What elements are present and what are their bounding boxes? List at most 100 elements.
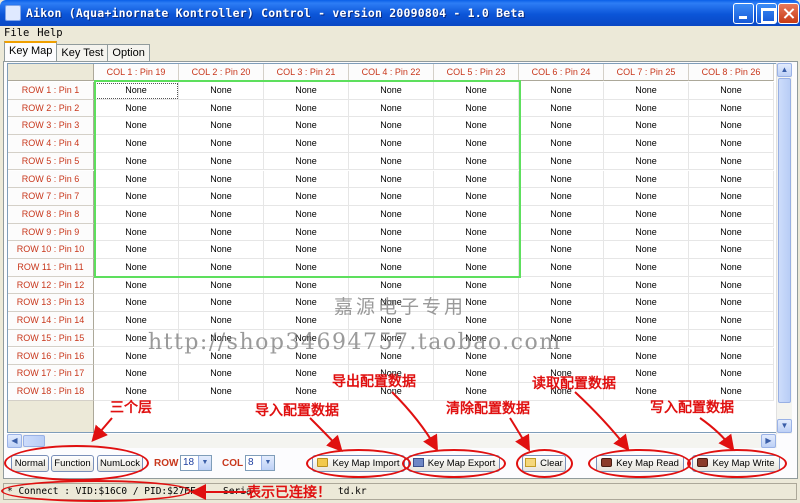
key-map-cell[interactable]: None xyxy=(264,205,349,224)
key-map-cell[interactable]: None xyxy=(349,99,434,118)
key-map-cell[interactable]: None xyxy=(179,223,264,242)
key-map-cell[interactable]: None xyxy=(349,82,434,100)
key-map-cell[interactable]: None xyxy=(179,117,264,136)
key-map-cell[interactable]: None xyxy=(264,170,349,189)
row-header[interactable]: ROW 12 : Pin 12 xyxy=(8,276,94,295)
key-map-import-button[interactable]: Key Map Import xyxy=(312,455,405,472)
key-map-cell[interactable]: None xyxy=(349,259,434,277)
key-map-cell[interactable]: None xyxy=(519,276,604,295)
key-map-cell[interactable]: None xyxy=(519,223,604,242)
key-map-cell[interactable]: None xyxy=(604,347,689,366)
key-map-cell[interactable]: None xyxy=(434,241,519,259)
key-map-cell[interactable]: None xyxy=(519,152,604,171)
clear-button[interactable]: Clear xyxy=(522,455,566,472)
column-header[interactable]: COL 6 : Pin 24 xyxy=(519,64,604,81)
key-map-cell[interactable]: None xyxy=(264,135,349,153)
row-header[interactable]: ROW 8 : Pin 8 xyxy=(8,205,94,224)
key-map-cell[interactable]: None xyxy=(349,135,434,153)
key-map-cell[interactable]: None xyxy=(434,117,519,136)
column-header[interactable]: COL 4 : Pin 22 xyxy=(349,64,434,81)
key-map-cell[interactable]: None xyxy=(179,152,264,171)
key-map-cell[interactable]: None xyxy=(434,205,519,224)
layer-normal-button[interactable]: Normal xyxy=(11,455,49,472)
key-map-cell[interactable]: None xyxy=(349,117,434,136)
key-map-cell[interactable]: None xyxy=(604,188,689,206)
key-map-cell[interactable]: None xyxy=(604,152,689,171)
key-map-cell[interactable]: None xyxy=(179,294,264,313)
key-map-cell[interactable]: None xyxy=(94,241,179,259)
key-map-cell[interactable]: None xyxy=(349,205,434,224)
minimize-button[interactable] xyxy=(733,3,754,24)
key-map-cell[interactable]: None xyxy=(179,205,264,224)
key-map-cell[interactable]: None xyxy=(434,365,519,383)
key-map-cell[interactable]: None xyxy=(689,99,774,118)
key-map-cell[interactable]: None xyxy=(689,170,774,189)
key-map-cell[interactable]: None xyxy=(689,117,774,136)
key-map-cell[interactable]: None xyxy=(434,223,519,242)
key-map-write-button[interactable]: Key Map Write xyxy=(692,455,780,472)
key-map-cell[interactable]: None xyxy=(434,135,519,153)
key-map-cell[interactable]: None xyxy=(604,223,689,242)
key-map-cell[interactable]: None xyxy=(519,135,604,153)
column-header[interactable]: COL 7 : Pin 25 xyxy=(604,64,689,81)
key-map-cell[interactable]: None xyxy=(179,82,264,100)
key-map-cell[interactable]: None xyxy=(604,365,689,383)
row-header[interactable]: ROW 14 : Pin 14 xyxy=(8,312,94,330)
scroll-left-button[interactable]: ◀ xyxy=(7,434,22,448)
key-map-cell[interactable]: None xyxy=(689,82,774,100)
key-map-cell[interactable]: None xyxy=(689,135,774,153)
key-map-cell[interactable]: None xyxy=(689,276,774,295)
row-header[interactable]: ROW 5 : Pin 5 xyxy=(8,152,94,171)
row-header[interactable]: ROW 4 : Pin 4 xyxy=(8,135,94,153)
key-map-cell[interactable]: None xyxy=(264,259,349,277)
key-map-cell[interactable]: None xyxy=(94,259,179,277)
key-map-cell[interactable]: None xyxy=(179,241,264,259)
key-map-cell[interactable]: None xyxy=(94,365,179,383)
key-map-cell[interactable]: None xyxy=(604,205,689,224)
vertical-scroll-thumb[interactable] xyxy=(778,78,791,403)
key-map-cell[interactable]: None xyxy=(179,170,264,189)
key-map-cell[interactable]: None xyxy=(689,347,774,366)
key-map-cell[interactable]: None xyxy=(94,117,179,136)
key-map-cell[interactable]: None xyxy=(94,188,179,206)
key-map-cell[interactable]: None xyxy=(94,99,179,118)
key-map-export-button[interactable]: Key Map Export xyxy=(408,455,500,472)
key-map-cell[interactable]: None xyxy=(604,241,689,259)
close-button[interactable] xyxy=(778,3,799,24)
key-map-cell[interactable]: None xyxy=(519,294,604,313)
key-map-cell[interactable]: None xyxy=(519,99,604,118)
scroll-down-button[interactable]: ▼ xyxy=(777,419,792,433)
tab-option[interactable]: Option xyxy=(107,44,150,61)
key-map-cell[interactable]: None xyxy=(434,152,519,171)
key-map-cell[interactable]: None xyxy=(349,188,434,206)
row-header[interactable]: ROW 18 : Pin 18 xyxy=(8,382,94,401)
key-map-cell[interactable]: None xyxy=(349,152,434,171)
layer-function-button[interactable]: Function xyxy=(51,455,94,472)
row-header[interactable]: ROW 1 : Pin 1 xyxy=(8,82,94,100)
horizontal-scrollbar[interactable]: ◀ ▶ xyxy=(7,434,777,448)
key-map-cell[interactable]: None xyxy=(689,259,774,277)
key-map-cell[interactable]: None xyxy=(94,294,179,313)
key-map-cell[interactable]: None xyxy=(604,135,689,153)
key-map-cell[interactable]: None xyxy=(94,205,179,224)
row-header[interactable]: ROW 15 : Pin 15 xyxy=(8,329,94,348)
column-header[interactable]: COL 5 : Pin 23 xyxy=(434,64,519,81)
menu-file[interactable]: File xyxy=(4,27,29,41)
key-map-cell[interactable]: None xyxy=(179,365,264,383)
key-map-cell[interactable]: None xyxy=(519,205,604,224)
key-map-cell[interactable]: None xyxy=(604,329,689,348)
scroll-right-button[interactable]: ▶ xyxy=(761,434,776,448)
column-header[interactable]: COL 2 : Pin 20 xyxy=(179,64,264,81)
row-header[interactable]: ROW 3 : Pin 3 xyxy=(8,117,94,136)
col-select[interactable]: 8 ▼ xyxy=(245,455,275,471)
chevron-down-icon[interactable]: ▼ xyxy=(198,456,211,470)
key-map-cell[interactable]: None xyxy=(264,223,349,242)
row-header[interactable]: ROW 9 : Pin 9 xyxy=(8,223,94,242)
key-map-cell[interactable]: None xyxy=(689,241,774,259)
key-map-cell[interactable]: None xyxy=(264,82,349,100)
key-map-cell[interactable]: None xyxy=(519,82,604,100)
key-map-cell[interactable]: None xyxy=(94,135,179,153)
layer-numlock-button[interactable]: NumLock xyxy=(97,455,143,472)
key-map-cell[interactable]: None xyxy=(434,170,519,189)
key-map-cell[interactable]: None xyxy=(519,117,604,136)
